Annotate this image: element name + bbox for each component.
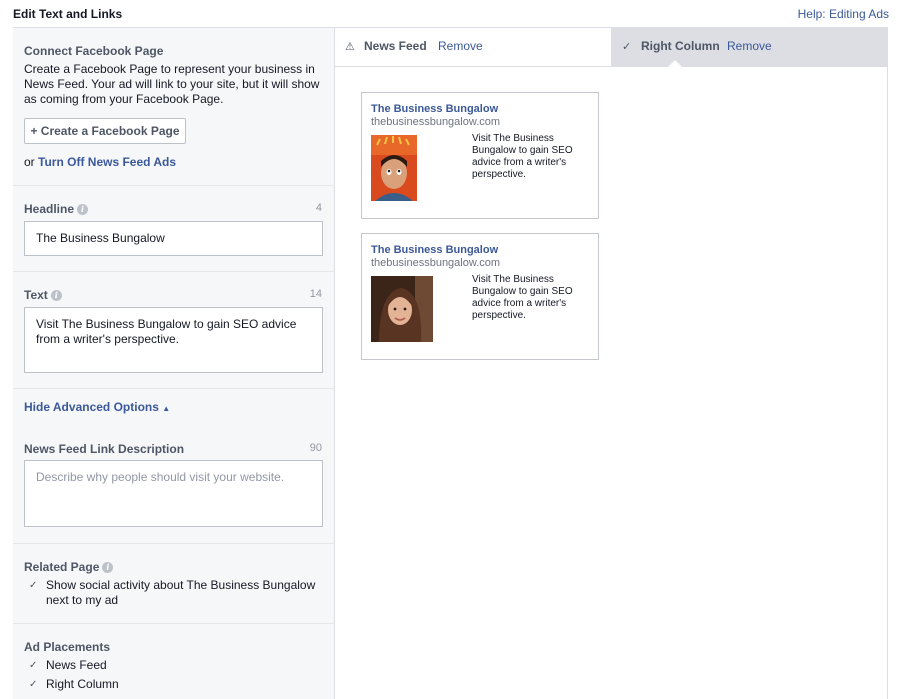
preview-panel: ⚠ News Feed Remove ✓ Right Column Remove… [335,27,888,699]
placement-right-column-label: Right Column [46,677,119,691]
placement-news-feed-label: News Feed [46,658,107,672]
text-input[interactable]: Visit The Business Bungalow to gain SEO … [24,307,323,373]
text-char-count: 14 [309,288,322,300]
ad-body-text: Visit The Business Bungalow to gain SEO … [472,133,573,180]
link-description-label: News Feed Link Description [24,442,185,456]
triangle-up-icon: ▲ [162,404,171,413]
create-facebook-page-button[interactable]: + Create a Facebook Page [24,118,186,144]
headline-section: Headline i 4 The Business Bungalow [13,186,335,272]
or-prefix: or [24,155,35,169]
page-title: Edit Text and Links [13,7,123,21]
ad-url: thebusinessbungalow.com [371,257,501,269]
connect-page-title: Connect Facebook Page [24,44,164,58]
help-editing-ads-link[interactable]: Help: Editing Ads [798,7,889,21]
top-bar: Edit Text and Links Help: Editing Ads [0,0,919,27]
related-page-label: Related Page i [24,560,114,574]
connect-page-section: Connect Facebook Page Create a Facebook … [13,28,335,186]
link-description-char-count: 90 [309,442,322,454]
ad-preview-card[interactable]: The Business Bungalow thebusinessbungalo… [361,233,599,360]
tab-right-column-label: Right Column [641,39,720,53]
active-tab-caret [668,60,682,67]
edit-panel: Connect Facebook Page Create a Facebook … [13,27,335,699]
man-photo-icon [371,135,417,201]
ad-placements-label: Ad Placements [24,640,111,654]
woman-photo-thumbnail [371,276,433,342]
ad-placements-section: Ad Placements ✓ News Feed ✓ Right Column [13,624,335,699]
advanced-section: Hide Advanced Options ▲ News Feed Link D… [13,389,335,544]
woman-photo-icon [371,276,433,342]
headline-label-text: Headline [24,202,75,216]
ad-url: thebusinessbungalow.com [371,116,501,128]
connect-page-description: Create a Facebook Page to represent your… [24,62,320,106]
checkmark-icon[interactable]: ✓ [29,679,40,690]
ad-body-text: Visit The Business Bungalow to gain SEO … [472,274,573,321]
hide-advanced-options-toggle[interactable]: Hide Advanced Options ▲ [24,400,170,414]
warning-icon: ⚠ [345,41,355,53]
info-icon[interactable]: i [50,290,62,301]
link-description-placeholder: Describe why people should visit your we… [36,470,285,484]
headline-input[interactable]: The Business Bungalow [24,221,323,256]
checkmark-icon[interactable]: ✓ [29,660,40,671]
text-label: Text i [24,288,62,302]
turn-off-line: or Turn Off News Feed Ads [24,155,176,169]
text-section: Text i 14 Visit The Business Bungalow to … [13,272,335,389]
info-icon[interactable]: i [102,562,114,573]
info-icon[interactable]: i [77,204,89,215]
headline-char-count: 4 [315,202,322,214]
headline-label: Headline i [24,202,89,216]
tab-news-feed-label: News Feed [364,39,427,53]
link-description-input[interactable]: Describe why people should visit your we… [24,460,323,527]
turn-off-news-feed-link[interactable]: Turn Off News Feed Ads [38,155,176,169]
ad-title[interactable]: The Business Bungalow [371,244,498,256]
hide-advanced-label: Hide Advanced Options [24,400,159,414]
checkmark-icon: ✓ [622,41,632,53]
remove-right-column-link[interactable]: Remove [727,39,772,53]
man-photo-thumbnail [371,135,417,201]
remove-news-feed-link[interactable]: Remove [438,39,483,53]
ad-preview-card[interactable]: The Business Bungalow thebusinessbungalo… [361,92,599,219]
text-label-text: Text [24,288,48,302]
tab-news-feed[interactable]: ⚠ News Feed Remove [335,28,611,66]
related-page-label-text: Related Page [24,560,100,574]
ad-title[interactable]: The Business Bungalow [371,103,498,115]
preview-tabs: ⚠ News Feed Remove ✓ Right Column Remove [335,28,888,67]
tab-right-column[interactable]: ✓ Right Column Remove [611,28,888,66]
related-page-section: Related Page i ✓ Show social activity abo… [13,544,335,624]
checkmark-icon[interactable]: ✓ [29,580,40,591]
related-page-checkbox-label: Show social activity about The Business … [46,578,316,607]
